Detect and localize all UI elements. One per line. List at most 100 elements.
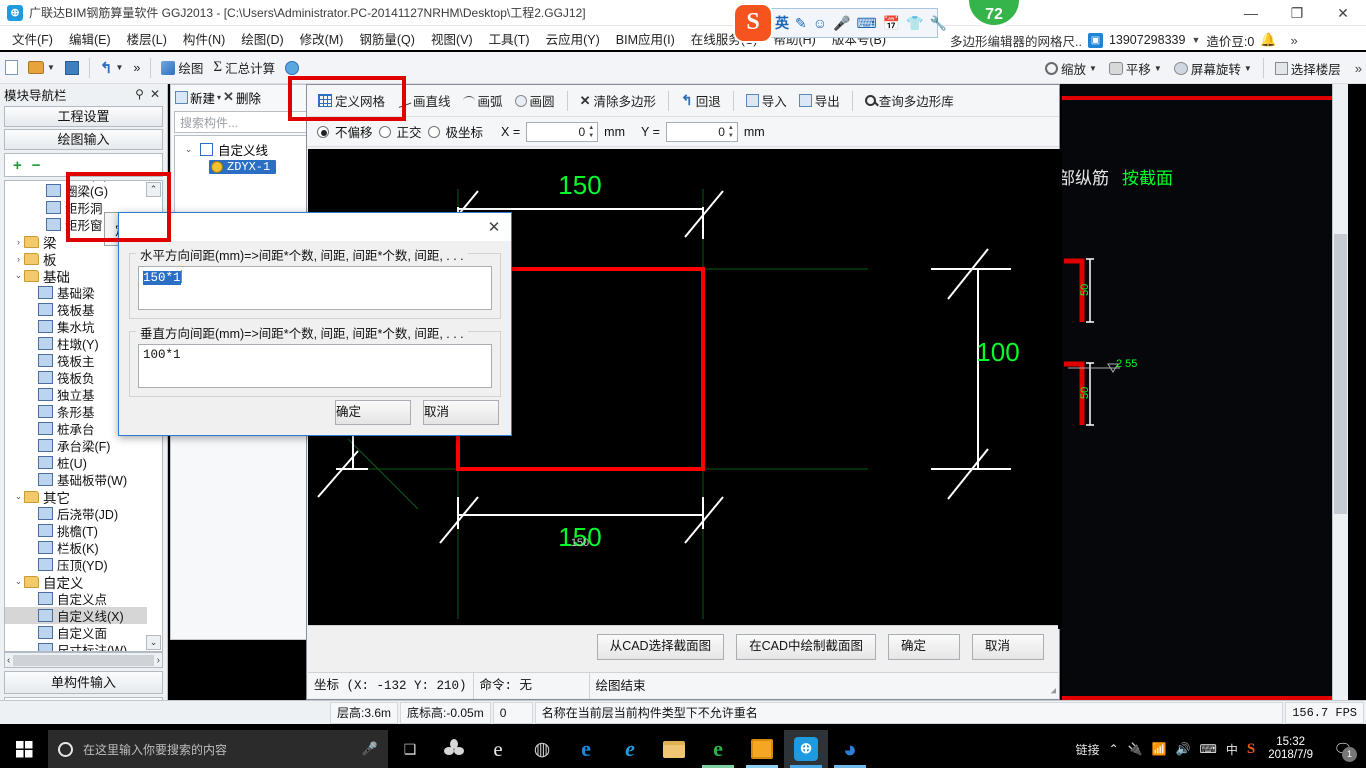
check-button[interactable] xyxy=(280,60,304,75)
nav-tree-row[interactable]: 自定义面 xyxy=(5,624,147,641)
search-component-input[interactable]: 搜索构件... xyxy=(174,111,308,133)
nav-tree-row[interactable]: 自定义点 xyxy=(5,590,147,607)
expander-icon[interactable]: › xyxy=(13,237,24,247)
taskbar-app-ie[interactable]: e xyxy=(608,730,652,768)
taskbar-search-input[interactable]: 在这里输入你要搜索的内容 xyxy=(83,741,352,758)
dialog-close-button[interactable]: ✕ xyxy=(477,218,511,236)
vertical-spacing-input[interactable]: 100*1 xyxy=(138,344,492,388)
tray-chevron-icon[interactable]: ⌃ xyxy=(1109,742,1119,756)
smiley-icon[interactable]: ☺ xyxy=(813,15,827,31)
x-spinner[interactable]: ▲ ▼ xyxy=(586,124,596,140)
delete-component-label[interactable]: 删除 xyxy=(236,88,261,107)
chevron-down-icon[interactable]: ▾ xyxy=(217,93,221,102)
select-section-from-cad-button[interactable]: 从CAD选择截面图 xyxy=(596,633,725,660)
taskbar-clock[interactable]: 15:32 2018/7/9 xyxy=(1264,736,1317,762)
tree-scroll-down-button[interactable]: ⌄ xyxy=(146,635,161,650)
pen-icon[interactable]: ✎ xyxy=(795,15,807,32)
component-tree-item-row[interactable]: ZDYX-1 xyxy=(175,158,307,176)
x-input[interactable]: 0 ▲ ▼ xyxy=(526,121,599,142)
horizontal-spacing-input[interactable]: 150*1 xyxy=(138,266,492,310)
editor-cancel-button[interactable]: 取消 xyxy=(972,633,1044,660)
radio-polar[interactable] xyxy=(427,125,440,138)
radio-no-offset[interactable] xyxy=(317,125,329,138)
nav-tree-row[interactable]: 挑檐(T) xyxy=(5,522,147,539)
close-icon[interactable]: ✕ xyxy=(147,87,163,101)
nav-button-project-settings[interactable]: 工程设置 xyxy=(4,106,163,127)
right-canvas-scroll-thumb[interactable] xyxy=(1334,234,1347,514)
nav-tree-row[interactable]: 基础板带(W) xyxy=(5,471,147,488)
nav-tree-row[interactable]: 承台梁(F) xyxy=(5,437,147,454)
component-tree-root-row[interactable]: ⌄ 自定义线 xyxy=(175,140,307,158)
menu-item-component[interactable]: 构件(N) xyxy=(175,29,233,48)
nav-tree-row[interactable]: 压顶(YD) xyxy=(5,556,147,573)
scroll-right-icon[interactable]: › xyxy=(157,655,160,666)
import-button[interactable]: 导入 xyxy=(741,91,792,110)
radio-orthogonal[interactable] xyxy=(378,125,391,138)
new-component-label[interactable]: 新建 xyxy=(190,88,215,107)
nav-tree-row[interactable]: 尺寸标注(W) xyxy=(5,641,147,651)
scroll-left-icon[interactable]: ‹ xyxy=(7,655,10,666)
editor-ok-button[interactable]: 确定 xyxy=(888,633,960,660)
menu-item-tools[interactable]: 工具(T) xyxy=(481,29,538,48)
taskbar-app-spiral[interactable]: ◍ xyxy=(520,730,564,768)
chevron-down-icon[interactable]: ▼ xyxy=(1191,35,1200,45)
select-floor-button[interactable]: 选择楼层 xyxy=(1269,59,1347,78)
ime-mode-label[interactable]: 英 xyxy=(775,13,789,33)
draw-button[interactable]: 绘图 xyxy=(156,58,208,77)
nav-button-single-component-input[interactable]: 单构件输入 xyxy=(4,671,163,694)
rollback-button[interactable]: ↰ 回退 xyxy=(676,91,726,110)
open-file-button[interactable]: ▼ xyxy=(23,61,60,74)
pin-icon[interactable]: ⚲ xyxy=(132,87,147,101)
expander-icon[interactable]: ⌄ xyxy=(13,576,24,587)
rebar-section-canvas[interactable]: 部纵筋 按截面 50 50 2 55 xyxy=(1062,84,1348,700)
clear-polygon-button[interactable]: ✕ 清除多边形 xyxy=(575,91,661,110)
zoom-button[interactable]: 缩放 ▼ xyxy=(1039,59,1103,78)
undo-button[interactable]: ↰ ▼ xyxy=(95,59,129,77)
ime-indicator[interactable]: 中 xyxy=(1226,741,1238,758)
taskbar-app-explorer[interactable] xyxy=(652,730,696,768)
calendar-icon[interactable]: 📅 xyxy=(883,15,900,32)
dialog-cancel-button[interactable]: 取消 xyxy=(423,400,499,425)
menu-item-draw[interactable]: 绘图(D) xyxy=(233,29,291,48)
pan-button[interactable]: 平移 ▼ xyxy=(1103,59,1168,78)
nav-tree-row[interactable]: 栏板(K) xyxy=(5,539,147,556)
battery-icon[interactable]: 🔌 xyxy=(1128,742,1143,756)
ime-toolbar[interactable]: S 英 ✎ ☺ 🎤 ⌨ 📅 👕 🔧 xyxy=(735,5,947,41)
skin-icon[interactable]: 👕 xyxy=(906,15,923,32)
resize-grip-icon[interactable]: ◢ xyxy=(1051,686,1056,696)
microphone-icon[interactable]: 🎤 xyxy=(362,741,378,757)
taskbar-app-notepad[interactable] xyxy=(740,730,784,768)
taskbar-app-blue-swirl[interactable]: ◕ xyxy=(828,730,872,768)
draw-circle-button[interactable]: 画圆 xyxy=(510,91,560,110)
right-canvas-scrollbar[interactable] xyxy=(1332,84,1348,700)
menu-item-bim[interactable]: BIM应用(I) xyxy=(608,29,683,48)
screen-rotate-button[interactable]: 屏幕旋转 ▼ xyxy=(1168,59,1258,78)
bean-balance[interactable]: 造价豆:0 xyxy=(1206,31,1254,50)
toolbar-overflow-button[interactable]: » xyxy=(128,61,145,75)
maximize-button[interactable]: ❐ xyxy=(1274,0,1320,26)
task-view-button[interactable]: ❑ xyxy=(388,730,432,768)
scroll-thumb[interactable] xyxy=(13,654,154,666)
start-button[interactable] xyxy=(0,730,48,768)
expander-icon[interactable]: ⌄ xyxy=(13,270,24,281)
remove-icon[interactable]: − xyxy=(32,157,41,174)
account-phone[interactable]: 13907298339 xyxy=(1109,33,1185,47)
menu-item-edit[interactable]: 编辑(E) xyxy=(61,29,119,48)
y-spinner[interactable]: ▲ ▼ xyxy=(726,124,736,140)
nav-tree-row[interactable]: 桩(U) xyxy=(5,454,147,471)
menu-item-rebar[interactable]: 钢筋量(Q) xyxy=(351,29,423,48)
draw-section-in-cad-button[interactable]: 在CAD中绘制截面图 xyxy=(736,633,876,660)
tree-scroll-up-button[interactable]: ⌃ xyxy=(146,182,161,197)
menu-item-cloud[interactable]: 云应用(Y) xyxy=(538,29,608,48)
export-button[interactable]: 导出 xyxy=(794,91,845,110)
tree-horizontal-scrollbar[interactable]: ‹ › xyxy=(4,652,163,668)
taskbar-search-box[interactable]: 在这里输入你要搜索的内容 🎤 xyxy=(48,730,388,768)
nav-tree-row[interactable]: ⌄ 其它 xyxy=(5,488,147,506)
draw-arc-button[interactable]: 画弧 xyxy=(458,91,508,110)
menu-item-view[interactable]: 视图(V) xyxy=(423,29,481,48)
sogou-tray-icon[interactable]: S xyxy=(1247,741,1255,758)
minimize-button[interactable]: — xyxy=(1228,0,1274,26)
taskbar-app-edge[interactable]: e xyxy=(564,730,608,768)
tray-link-label[interactable]: 链接 xyxy=(1076,741,1100,758)
menu-item-file[interactable]: 文件(F) xyxy=(4,29,61,48)
